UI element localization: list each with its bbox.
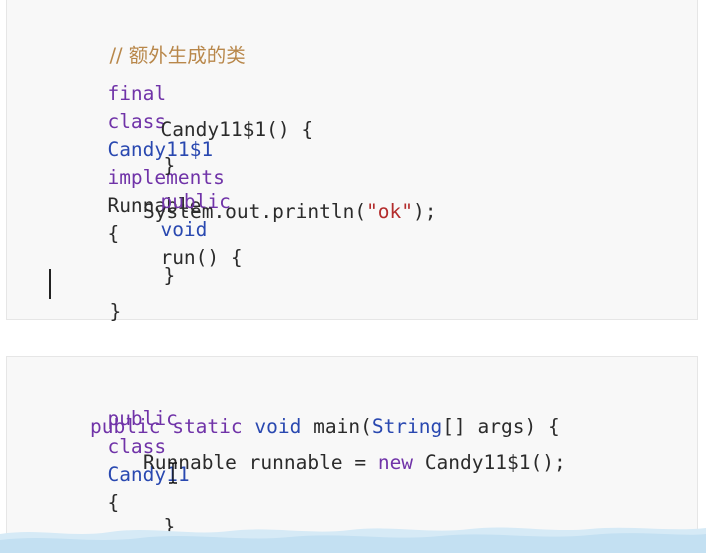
variable-runnable: runnable = xyxy=(248,451,367,474)
keyword-public: public xyxy=(90,415,161,438)
type-runnable: Runnable xyxy=(143,451,237,474)
code-comment-line: // 额外生成的类 xyxy=(39,14,245,67)
code-block-generated-class[interactable]: // 额外生成的类 final class Candy11$1 implemen… xyxy=(6,0,698,323)
code-line-println: System.out.println("ok"); xyxy=(143,198,437,226)
string-literal: "ok" xyxy=(366,200,414,223)
println-end: ); xyxy=(413,200,437,223)
code-line-class-decl: public class Candy11 { xyxy=(37,377,189,514)
method-main: main( xyxy=(313,415,372,438)
code-line-new-runnable: Runnable runnable = new Candy11$1(); xyxy=(143,449,566,477)
class-ref: Candy11$1 xyxy=(424,451,531,474)
code-line-constructor: Candy11$1() { xyxy=(90,88,313,141)
constructor-text: Candy11$1() { xyxy=(160,118,314,141)
close-brace: } xyxy=(163,264,176,287)
println-call: System.out.println( xyxy=(143,200,367,223)
call-end: (); xyxy=(530,451,566,474)
code-line-class-decl: final class Candy11$1 implements Runnabl… xyxy=(37,52,224,245)
text-caret xyxy=(49,269,51,299)
code-line-main-decl: public static void main(String[] args) { xyxy=(90,413,560,441)
keyword-static: static xyxy=(172,415,243,438)
keyword-new: new xyxy=(377,451,414,474)
code-line-close-constructor: } xyxy=(93,124,175,177)
method-args: [] args) { xyxy=(442,415,560,438)
screenshot-page: // 额外生成的类 final class Candy11$1 implemen… xyxy=(0,0,706,553)
ibeam-cursor-icon xyxy=(168,462,178,484)
type-string: String xyxy=(371,415,443,438)
decorative-wave xyxy=(0,527,706,553)
code-line-close-run: } xyxy=(93,234,175,287)
code-line-close-class: } xyxy=(39,270,121,323)
code-line-close-main: } xyxy=(93,485,175,538)
code-line-run-decl: public void run() { xyxy=(90,160,242,269)
close-brace: } xyxy=(109,300,122,323)
keyword-void: void xyxy=(254,415,302,438)
